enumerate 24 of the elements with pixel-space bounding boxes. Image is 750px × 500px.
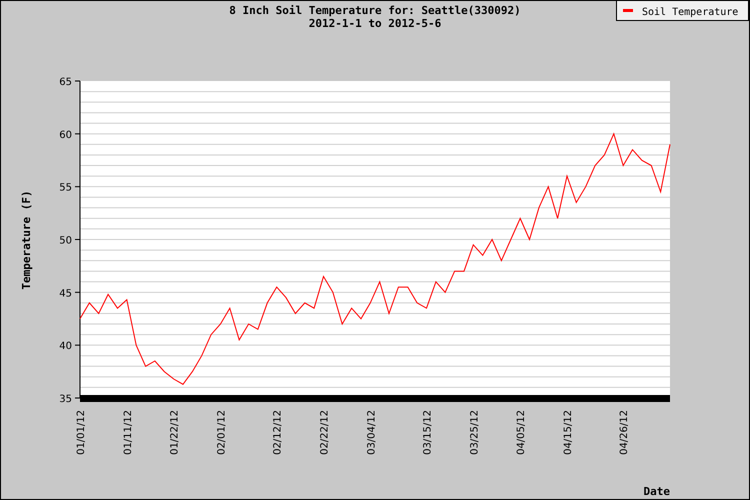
y-tick-label: 35 xyxy=(59,394,72,405)
x-tick-label: 02/12/12 xyxy=(272,410,284,455)
legend-label: Soil Temperature xyxy=(642,7,738,18)
y-tick-label: 50 xyxy=(59,236,72,246)
y-tick-label: 60 xyxy=(59,130,72,141)
y-axis-title: Temperature (F) xyxy=(20,190,33,290)
y-tick-label: 65 xyxy=(59,77,72,88)
x-tick-label: 04/05/12 xyxy=(516,410,528,455)
chart-title: 2012-1-1 to 2012-5-6 xyxy=(308,17,442,30)
x-axis-title: Date xyxy=(644,485,670,498)
y-tick-label: 45 xyxy=(59,288,72,300)
y-tick-label: 40 xyxy=(59,341,72,352)
x-tick-label: 03/15/12 xyxy=(422,410,434,455)
x-tick-label: 03/04/12 xyxy=(366,410,378,455)
y-tick-label: 55 xyxy=(59,182,72,194)
x-tick-label: 03/25/12 xyxy=(469,410,480,455)
x-tick-label: 04/15/12 xyxy=(562,410,574,455)
chart-title: 8 Inch Soil Temperature for: Seattle(330092) xyxy=(229,4,521,17)
x-tick-label: 01/11/12 xyxy=(122,410,134,455)
x-tick-label: 04/26/12 xyxy=(619,410,630,455)
x-tick-label: 01/22/12 xyxy=(170,410,181,455)
x-tick-label: 02/01/12 xyxy=(216,410,228,455)
x-tick-label: 02/22/12 xyxy=(320,410,330,455)
x-tick-label: 01/01/12 xyxy=(76,410,87,455)
